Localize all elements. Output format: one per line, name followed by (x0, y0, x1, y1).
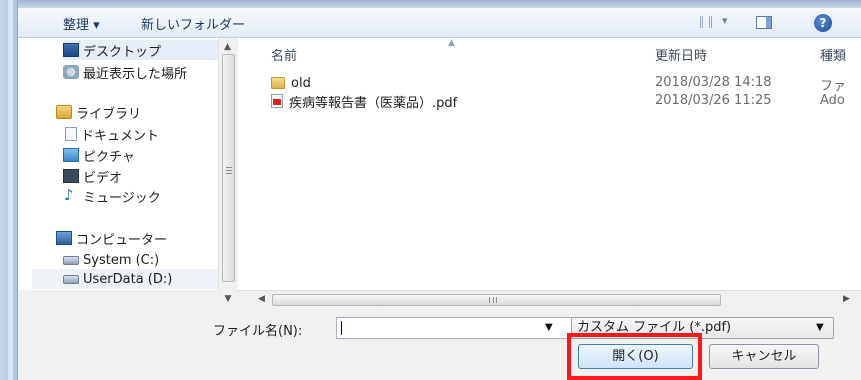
nav-scroll-thumb[interactable] (222, 54, 235, 282)
toolbar: 整理 ▾ 新しいフォルダー ▾ ? (18, 8, 861, 38)
nav-item-documents[interactable]: ドキュメント (63, 124, 159, 144)
nav-item-label: 最近表示した場所 (83, 66, 188, 82)
pdf-icon (271, 94, 283, 108)
sort-ascending-icon: ▲ (448, 38, 455, 48)
nav-item-system-c[interactable]: System (C:) (63, 250, 159, 270)
nav-item-label: ピクチャ (83, 149, 135, 165)
nav-item-label: ライブラリ (76, 106, 142, 122)
file-row-pdf[interactable]: 疾病等報告書（医薬品）.pdf (271, 92, 458, 111)
dialog-footer: ファイル名(N): ▼ カスタム ファイル (*.pdf) ▼ 開く(O) キャ… (18, 308, 861, 380)
nav-item-videos[interactable]: ビデオ (63, 166, 122, 186)
filename-label: ファイル名(N): (213, 324, 303, 339)
address-bar-edge (18, 0, 861, 8)
file-name: old (291, 75, 311, 91)
computer-icon (56, 231, 72, 245)
view-grid-icon (700, 16, 712, 28)
nav-vertical-scrollbar[interactable]: ▲ (218, 38, 238, 290)
file-row-old[interactable]: old (271, 74, 311, 92)
new-folder-button[interactable]: 新しいフォルダー (141, 14, 245, 33)
view-dropdown-icon: ▾ (722, 14, 728, 27)
file-date: 2018/03/28 14:18 (655, 75, 772, 90)
scroll-down-arrow-icon[interactable]: ▼ (218, 290, 238, 308)
music-icon (63, 186, 79, 204)
window-left-frame-inner (8, 0, 13, 380)
file-date: 2018/03/26 11:25 (655, 93, 772, 108)
nav-item-recent-places[interactable]: 最近表示した場所 (63, 62, 187, 82)
library-icon (56, 105, 72, 119)
highlight-annotation (567, 333, 702, 380)
drive-icon (63, 274, 79, 284)
drive-icon (63, 255, 79, 265)
text-caret (341, 321, 342, 335)
file-name: 疾病等報告書（医薬品）.pdf (289, 95, 458, 111)
help-icon[interactable]: ? (814, 14, 832, 32)
nav-item-label: ミュージック (83, 190, 161, 206)
recent-places-icon (63, 65, 79, 79)
videos-icon (63, 169, 79, 183)
nav-item-label: コンピューター (76, 232, 168, 248)
file-list: ▲ 名前 更新日時 種類 old 2018/03/28 14:18 ファ 疾病等… (238, 38, 861, 290)
nav-item-pictures[interactable]: ピクチャ (63, 145, 135, 165)
nav-item-userdata-d[interactable]: UserData (D:) (32, 269, 237, 289)
filename-input[interactable] (336, 317, 573, 339)
file-type: Ado (820, 93, 845, 108)
preview-pane-icon[interactable] (756, 16, 772, 29)
scroll-up-arrow-icon[interactable]: ▲ (224, 42, 231, 52)
desktop-icon (63, 43, 79, 57)
nav-item-label: ドキュメント (81, 128, 160, 144)
nav-item-label: System (C:) (83, 252, 160, 268)
change-view-button[interactable]: ▾ (700, 14, 740, 31)
grip-icon (489, 297, 497, 303)
nav-item-music[interactable]: ミュージック (63, 186, 161, 206)
pictures-icon (63, 148, 79, 162)
cancel-button[interactable]: キャンセル (709, 344, 819, 369)
documents-icon (65, 127, 77, 141)
horizontal-scroll-thumb[interactable] (272, 294, 721, 306)
window-left-frame (0, 0, 18, 380)
nav-bottom-fill (18, 290, 218, 308)
column-header-date[interactable]: 更新日時 (655, 45, 707, 64)
nav-item-label: デスクトップ (83, 44, 162, 60)
folder-icon (271, 77, 285, 89)
column-header-type[interactable]: 種類 (820, 45, 846, 64)
nav-item-computer[interactable]: コンピューター (56, 228, 167, 248)
scroll-left-arrow-icon[interactable]: ◀ (258, 294, 265, 304)
file-type: ファ (820, 79, 847, 94)
file-list-horizontal-scrollbar[interactable]: ◀ ▶ (238, 290, 861, 308)
column-header-name[interactable]: 名前 (271, 45, 297, 64)
navigation-pane: デスクトップ 最近表示した場所 ライブラリ ドキュメント ピクチャ ビデオ ミュ… (18, 38, 263, 290)
filename-history-dropdown-icon[interactable]: ▼ (545, 322, 553, 333)
organize-button[interactable]: 整理 ▾ (63, 14, 100, 33)
nav-item-library[interactable]: ライブラリ (56, 102, 141, 122)
nav-item-label: UserData (D:) (83, 271, 173, 287)
scroll-right-arrow-icon[interactable]: ▶ (843, 294, 850, 304)
file-type-dropdown-icon[interactable]: ▼ (816, 322, 824, 333)
nav-item-label: ビデオ (83, 170, 123, 186)
grip-icon (226, 167, 232, 174)
